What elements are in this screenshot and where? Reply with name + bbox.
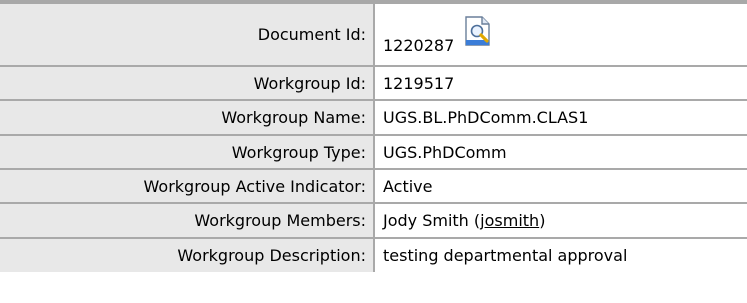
- member-close-paren: ): [539, 211, 546, 230]
- table-row: Document Id: 1220287: [0, 4, 747, 67]
- workgroup-id-value: 1219517: [373, 66, 747, 101]
- workgroup-description-label: Workgroup Description:: [0, 238, 375, 272]
- workgroup-description-value: testing departmental approval: [373, 238, 747, 272]
- workgroup-id-label: Workgroup Id:: [0, 66, 375, 101]
- document-id-cell: 1220287: [373, 4, 747, 67]
- table-row: Workgroup Members: Jody Smith (josmith): [0, 203, 747, 239]
- workgroup-members-label: Workgroup Members:: [0, 203, 375, 239]
- workgroup-members-cell: Jody Smith (josmith): [373, 203, 747, 239]
- table-row: Workgroup Type: UGS.PhDComm: [0, 135, 747, 170]
- document-search-icon[interactable]: [462, 15, 496, 47]
- document-id-group: 1220287: [383, 15, 496, 55]
- table-row: Workgroup Id: 1219517: [0, 66, 747, 101]
- member-username-link[interactable]: josmith: [480, 211, 539, 230]
- workgroup-active-indicator-label: Workgroup Active Indicator:: [0, 169, 375, 204]
- member-name: Jody Smith: [383, 211, 469, 230]
- table-row: Workgroup Description: testing departmen…: [0, 238, 747, 272]
- table-row: Workgroup Name: UGS.BL.PhDComm.CLAS1: [0, 100, 747, 136]
- document-attributes-panel: Document Id: 1220287 Workgroup Id: 12195…: [0, 0, 747, 303]
- table-row: Workgroup Active Indicator: Active: [0, 169, 747, 204]
- workgroup-type-value: UGS.PhDComm: [373, 135, 747, 170]
- workgroup-name-value: UGS.BL.PhDComm.CLAS1: [373, 100, 747, 136]
- document-id-label: Document Id:: [0, 4, 375, 67]
- workgroup-active-indicator-value: Active: [373, 169, 747, 204]
- document-id-value: 1220287: [383, 35, 455, 55]
- attributes-table: Document Id: 1220287 Workgroup Id: 12195…: [0, 4, 747, 272]
- workgroup-name-label: Workgroup Name:: [0, 100, 375, 136]
- workgroup-type-label: Workgroup Type:: [0, 135, 375, 170]
